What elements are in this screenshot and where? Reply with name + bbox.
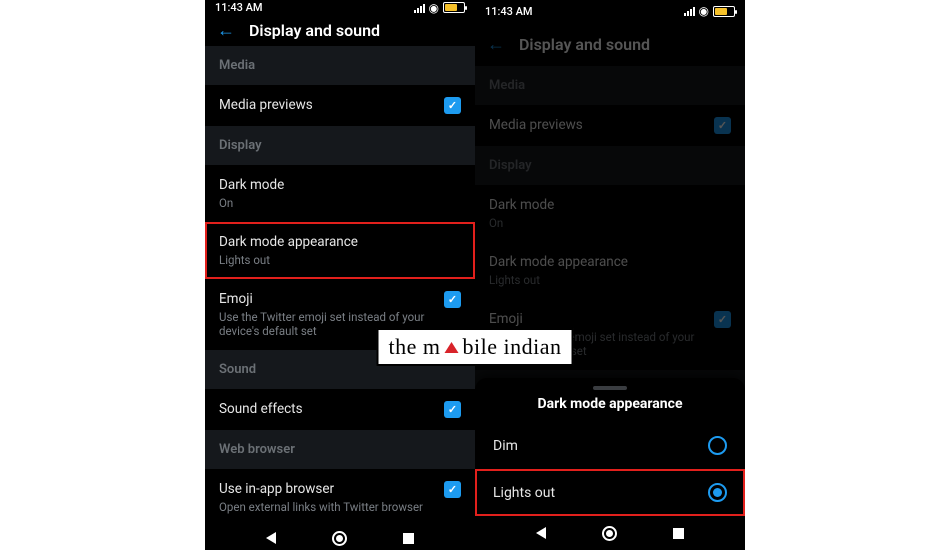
back-icon[interactable]: ← (487, 34, 505, 55)
section-display: Display (205, 126, 475, 165)
title-bar: ← Display and sound (205, 15, 475, 46)
battery-icon (443, 2, 465, 13)
inapp-label: Use in-app browser (219, 481, 434, 497)
title-bar: ← Display and sound (475, 22, 745, 66)
appearance-value: Lights out (219, 253, 461, 267)
nav-home-icon[interactable] (332, 531, 347, 546)
status-time: 11:43 AM (215, 1, 263, 14)
radio-lightsout-label: Lights out (493, 485, 555, 501)
phone-left: 11:43 AM ◉ ← Display and sound Media Med… (205, 0, 475, 550)
section-media: Media (205, 46, 475, 85)
row-dark-mode-appearance[interactable]: Dark mode appearance Lights out (475, 242, 745, 299)
signal-icon (684, 6, 695, 16)
watermark-logo: the m bile indian (377, 328, 574, 366)
sheet-handle-icon[interactable] (593, 386, 627, 390)
checkbox-checked-icon[interactable]: ✓ (714, 117, 731, 134)
checkbox-checked-icon[interactable]: ✓ (444, 401, 461, 418)
page-title: Display and sound (249, 21, 380, 40)
sound-effects-label: Sound effects (219, 401, 434, 417)
radio-dim-label: Dim (493, 438, 518, 454)
logo-triangle-icon (445, 342, 459, 353)
appearance-label: Dark mode appearance (219, 234, 461, 250)
media-previews-label: Media previews (489, 117, 704, 133)
row-dark-mode[interactable]: Dark mode On (475, 185, 745, 242)
signal-icon (414, 3, 425, 13)
dark-mode-value: On (489, 216, 731, 230)
radio-option-dim[interactable]: Dim (475, 422, 745, 469)
nav-recents-icon[interactable] (673, 528, 684, 539)
row-media-previews[interactable]: Media previews ✓ (205, 85, 475, 126)
wifi-icon: ◉ (699, 5, 709, 17)
radio-option-lights-out[interactable]: Lights out (475, 469, 745, 516)
appearance-value: Lights out (489, 273, 731, 287)
section-display: Display (475, 146, 745, 185)
dark-mode-label: Dark mode (489, 197, 731, 213)
nav-recents-icon[interactable] (403, 533, 414, 544)
emoji-label: Emoji (489, 311, 704, 327)
page-title: Display and sound (519, 35, 650, 54)
media-previews-label: Media previews (219, 97, 434, 113)
dark-mode-label: Dark mode (219, 177, 461, 193)
checkbox-checked-icon[interactable]: ✓ (444, 97, 461, 114)
checkbox-checked-icon[interactable]: ✓ (714, 311, 731, 328)
battery-icon (713, 6, 735, 17)
section-web: Web browser (205, 430, 475, 469)
nav-back-icon[interactable] (536, 527, 546, 539)
status-time: 11:43 AM (485, 5, 533, 18)
appearance-label: Dark mode appearance (489, 254, 731, 270)
nav-bar (205, 526, 475, 550)
sheet-title: Dark mode appearance (475, 396, 745, 422)
logo-text-post: bile indian (463, 334, 562, 360)
checkbox-checked-icon[interactable]: ✓ (444, 291, 461, 308)
emoji-label: Emoji (219, 291, 434, 307)
logo-text-pre: the m (389, 334, 441, 360)
nav-bar (475, 516, 745, 550)
nav-back-icon[interactable] (266, 532, 276, 544)
wifi-icon: ◉ (429, 2, 439, 14)
row-dark-mode-appearance[interactable]: Dark mode appearance Lights out (205, 222, 475, 279)
dark-mode-value: On (219, 196, 461, 210)
bottom-sheet: Dark mode appearance Dim Lights out (475, 378, 745, 516)
status-bar: 11:43 AM ◉ (475, 0, 745, 22)
row-sound-effects[interactable]: Sound effects ✓ (205, 389, 475, 430)
section-media: Media (475, 66, 745, 105)
phone-right: 11:43 AM ◉ ← Display and sound Media Med… (475, 0, 745, 550)
row-inapp-browser[interactable]: Use in-app browser Open external links w… (205, 469, 475, 526)
status-bar: 11:43 AM ◉ (205, 0, 475, 15)
row-dark-mode[interactable]: Dark mode On (205, 165, 475, 222)
nav-home-icon[interactable] (602, 526, 617, 541)
radio-selected-icon[interactable] (708, 483, 727, 502)
checkbox-checked-icon[interactable]: ✓ (444, 481, 461, 498)
row-media-previews[interactable]: Media previews ✓ (475, 105, 745, 146)
radio-unselected-icon[interactable] (708, 436, 727, 455)
back-icon[interactable]: ← (217, 20, 235, 41)
inapp-sub: Open external links with Twitter browser (219, 500, 434, 514)
